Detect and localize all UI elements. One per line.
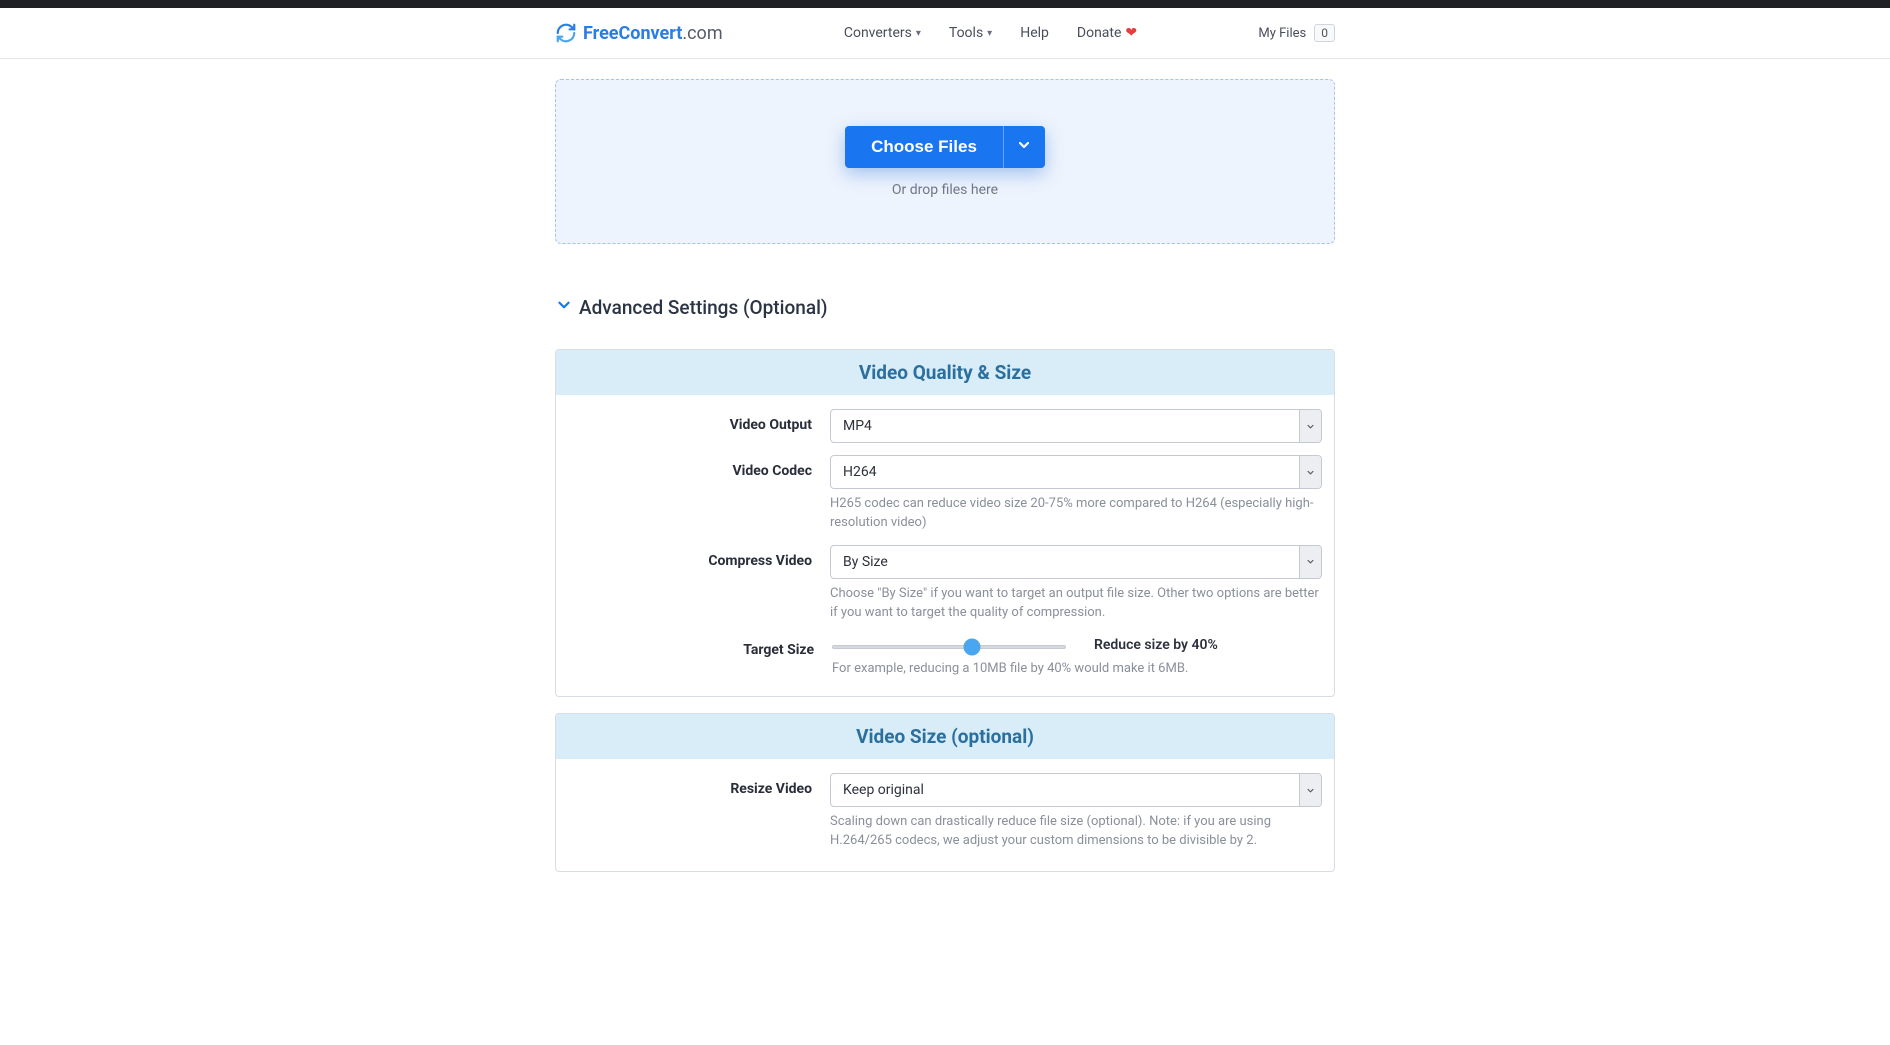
chevron-down-icon <box>1299 774 1321 806</box>
main-nav: Converters ▾ Tools ▾ Help Donate ❤ <box>844 25 1137 41</box>
select-value: MP4 <box>843 418 872 434</box>
panel-title: Video Quality & Size <box>556 350 1334 395</box>
nav-label: Tools <box>949 25 983 41</box>
row-compress-video: Compress Video By Size Choose "By Size" … <box>568 545 1322 623</box>
nav-label: Donate <box>1077 25 1122 41</box>
chevron-down-icon <box>1299 456 1321 488</box>
field-label: Resize Video <box>568 773 812 797</box>
my-files-count: 0 <box>1314 24 1335 42</box>
select-value: H264 <box>843 464 877 480</box>
field-label: Target Size <box>568 634 814 658</box>
video-codec-select[interactable]: H264 <box>830 455 1322 489</box>
heart-icon: ❤ <box>1125 25 1137 41</box>
window-top-bar <box>0 0 1890 8</box>
chevron-down-icon <box>1299 410 1321 442</box>
chevron-down-icon <box>1016 137 1032 156</box>
main-content: Choose Files Or drop files here Advanced… <box>555 59 1335 912</box>
nav-converters[interactable]: Converters ▾ <box>844 25 921 41</box>
my-files-link[interactable]: My Files 0 <box>1258 24 1335 42</box>
field-label: Video Codec <box>568 455 812 479</box>
target-size-slider[interactable] <box>832 645 1066 649</box>
nav-donate[interactable]: Donate ❤ <box>1077 25 1137 41</box>
field-hint: For example, reducing a 10MB file by 40%… <box>832 661 1322 676</box>
nav-label: Converters <box>844 25 912 41</box>
choose-files-dropdown[interactable] <box>1003 126 1045 168</box>
video-output-select[interactable]: MP4 <box>830 409 1322 443</box>
my-files-label: My Files <box>1258 26 1306 41</box>
field-hint: H265 codec can reduce video size 20-75% … <box>830 495 1322 533</box>
choose-files-button[interactable]: Choose Files <box>845 126 1003 168</box>
advanced-settings-label: Advanced Settings (Optional) <box>579 296 828 319</box>
select-value: Keep original <box>843 782 924 798</box>
site-logo[interactable]: FreeConvert.com <box>555 22 723 44</box>
refresh-icon <box>555 22 577 44</box>
compress-video-select[interactable]: By Size <box>830 545 1322 579</box>
row-video-output: Video Output MP4 <box>568 409 1322 443</box>
resize-video-select[interactable]: Keep original <box>830 773 1322 807</box>
row-target-size: Target Size Reduce size by 40% For examp… <box>568 634 1322 676</box>
panel-video-size: Video Size (optional) Resize Video Keep … <box>555 713 1335 872</box>
nav-label: Help <box>1020 25 1049 41</box>
panel-video-quality: Video Quality & Size Video Output MP4 Vi… <box>555 349 1335 697</box>
dropzone-hint: Or drop files here <box>892 182 998 198</box>
logo-text: FreeConvert.com <box>583 23 723 44</box>
file-dropzone[interactable]: Choose Files Or drop files here <box>555 79 1335 244</box>
field-hint: Scaling down can drastically reduce file… <box>830 813 1322 851</box>
panel-title: Video Size (optional) <box>556 714 1334 759</box>
chevron-down-icon <box>1299 546 1321 578</box>
choose-files-group: Choose Files <box>845 126 1045 168</box>
slider-value-label: Reduce size by 40% <box>1094 634 1218 653</box>
field-label: Video Output <box>568 409 812 433</box>
nav-help[interactable]: Help <box>1020 25 1049 41</box>
row-resize-video: Resize Video Keep original Scaling down … <box>568 773 1322 851</box>
row-video-codec: Video Codec H264 H265 codec can reduce v… <box>568 455 1322 533</box>
advanced-settings-toggle[interactable]: Advanced Settings (Optional) <box>555 296 1335 319</box>
site-header: FreeConvert.com Converters ▾ Tools ▾ Hel… <box>0 8 1890 59</box>
field-hint: Choose "By Size" if you want to target a… <box>830 585 1322 623</box>
select-value: By Size <box>843 554 888 570</box>
slider-thumb[interactable] <box>964 639 981 656</box>
field-label: Compress Video <box>568 545 812 569</box>
chevron-down-icon: ▾ <box>916 28 921 39</box>
chevron-down-icon: ▾ <box>987 28 992 39</box>
nav-tools[interactable]: Tools ▾ <box>949 25 992 41</box>
chevron-down-icon <box>555 296 573 319</box>
